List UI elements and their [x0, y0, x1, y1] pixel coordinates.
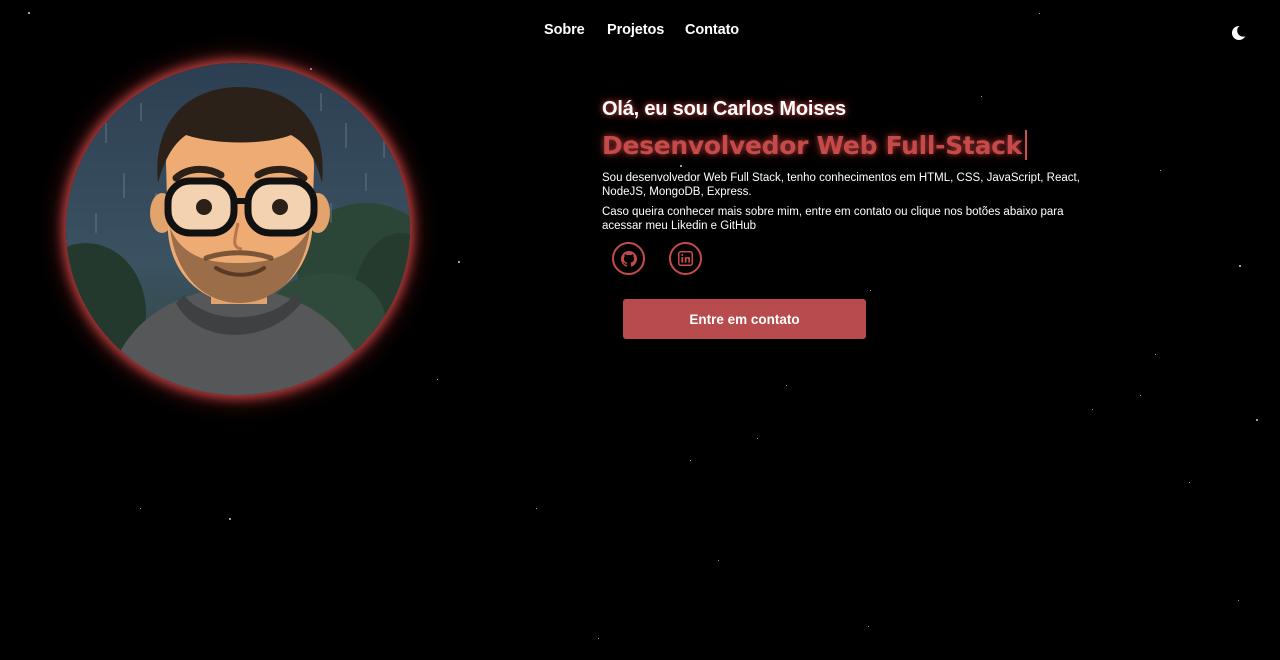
avatar-illustration [66, 63, 410, 395]
star [981, 96, 982, 97]
star [1140, 395, 1141, 396]
star [1256, 419, 1258, 421]
star [28, 12, 30, 14]
star [757, 438, 758, 439]
star [1155, 354, 1156, 355]
nav-link-contato[interactable]: Contato [685, 22, 739, 38]
contact-cta-button[interactable]: Entre em contato [623, 299, 866, 339]
moon-icon [1232, 24, 1250, 40]
bio-paragraph-contact: Caso queira conhecer mais sobre mim, ent… [602, 206, 1064, 232]
hero-greeting: Olá, eu sou Carlos Moises [602, 98, 846, 120]
nav-link-projetos[interactable]: Projetos [607, 22, 664, 38]
star [680, 165, 682, 167]
star [870, 290, 871, 291]
linkedin-icon [678, 251, 693, 266]
star [536, 508, 537, 509]
avatar [66, 63, 410, 395]
github-button[interactable] [612, 242, 645, 275]
star [310, 68, 312, 70]
star [690, 460, 691, 461]
star [437, 379, 438, 380]
star [229, 518, 231, 520]
top-nav: Sobre Projetos Contato [0, 22, 1280, 42]
typing-caret [1025, 130, 1027, 160]
star [786, 385, 787, 386]
github-icon [620, 250, 637, 267]
star [1092, 409, 1093, 410]
star [718, 560, 719, 561]
nav-link-sobre[interactable]: Sobre [544, 22, 585, 38]
role-text: Desenvolvedor Web Full-Stack [602, 131, 1022, 160]
star [1039, 13, 1040, 14]
theme-toggle-button[interactable] [1230, 23, 1250, 43]
star [868, 626, 869, 627]
star [1189, 482, 1190, 483]
star [598, 638, 599, 639]
star [140, 508, 141, 509]
bio-paragraph-skills: Sou desenvolvedor Web Full Stack, tenho … [602, 172, 1080, 198]
star [458, 261, 460, 263]
linkedin-button[interactable] [669, 242, 702, 275]
star [1238, 600, 1239, 601]
hero-role-title: Desenvolvedor Web Full-Stack [602, 130, 1027, 160]
star [1160, 170, 1161, 171]
star [1239, 265, 1241, 267]
hero-page: Sobre Projetos Contato Olá, eu sou Carlo… [0, 0, 1280, 660]
